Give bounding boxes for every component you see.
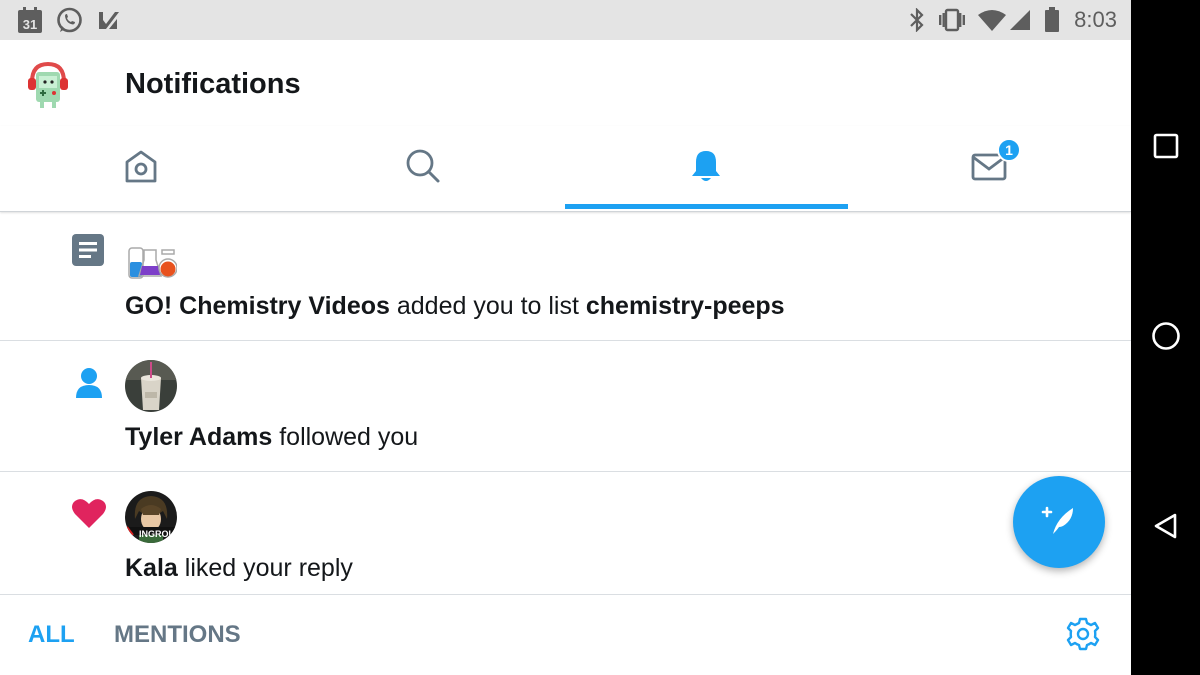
whatsapp-icon bbox=[55, 0, 83, 40]
home-button[interactable] bbox=[1131, 308, 1200, 368]
notification-text: Tyler Adams followed you bbox=[125, 423, 418, 452]
back-button[interactable] bbox=[1131, 498, 1200, 558]
search-icon bbox=[404, 147, 442, 190]
filter-all-tab[interactable]: ALL bbox=[28, 621, 75, 649]
svg-text:31: 31 bbox=[23, 17, 37, 32]
android-nav-bar bbox=[1131, 0, 1200, 675]
bell-icon bbox=[687, 147, 725, 190]
tab-search[interactable] bbox=[282, 126, 564, 211]
status-time: 8:03 bbox=[1074, 7, 1117, 32]
kala-avatar-text: INGROU bbox=[139, 529, 175, 539]
messages-badge: 1 bbox=[997, 138, 1021, 162]
page-title: Notifications bbox=[125, 68, 301, 100]
notification-actor[interactable]: Tyler Adams bbox=[125, 423, 272, 451]
gear-icon bbox=[1065, 616, 1101, 657]
tab-bar bbox=[0, 126, 1131, 212]
tyler-adams-avatar[interactable] bbox=[125, 360, 177, 412]
compose-quill-icon bbox=[1039, 500, 1079, 545]
tab-notifications[interactable] bbox=[565, 126, 847, 211]
active-tab-indicator bbox=[565, 204, 848, 209]
vibrate-icon bbox=[936, 0, 968, 40]
tab-messages[interactable] bbox=[848, 126, 1130, 211]
task-check-icon bbox=[95, 0, 123, 40]
recents-button[interactable] bbox=[1131, 118, 1200, 178]
profile-avatar[interactable] bbox=[22, 58, 74, 110]
recents-square-icon bbox=[1152, 132, 1180, 165]
battery-icon bbox=[1042, 0, 1062, 40]
notification-filter-bar: ALL MENTIONS bbox=[0, 594, 1131, 675]
home-icon bbox=[122, 147, 160, 190]
kala-avatar[interactable]: INGROU bbox=[125, 491, 177, 543]
calendar-icon: 31 bbox=[16, 0, 44, 40]
notification-item[interactable]: GO! Chemistry Videos added you to list c… bbox=[0, 212, 1131, 341]
notification-text: GO! Chemistry Videos added you to list c… bbox=[125, 292, 785, 321]
list-icon bbox=[70, 232, 106, 268]
notification-settings-button[interactable] bbox=[1063, 616, 1103, 656]
notification-text: Kala liked your reply bbox=[125, 554, 353, 583]
tab-home[interactable] bbox=[0, 126, 282, 211]
compose-tweet-button[interactable] bbox=[1013, 476, 1105, 568]
bluetooth-icon bbox=[906, 0, 928, 40]
wifi-icon bbox=[976, 0, 1008, 40]
status-bar: 31 8:03 bbox=[0, 0, 1131, 40]
notification-item[interactable]: Tyler Adams followed you bbox=[0, 341, 1131, 472]
notification-actor[interactable]: Kala bbox=[125, 554, 178, 582]
notification-action: liked your reply bbox=[177, 554, 353, 582]
heart-icon bbox=[70, 494, 108, 532]
notification-actor[interactable]: GO! Chemistry Videos bbox=[125, 292, 390, 320]
notification-action: followed you bbox=[272, 423, 419, 451]
notification-item[interactable]: INGROU Kala liked your reply bbox=[0, 472, 1131, 594]
follow-person-icon bbox=[70, 363, 108, 401]
chemistry-avatar[interactable] bbox=[125, 242, 177, 294]
notification-target[interactable]: chemistry-peeps bbox=[586, 292, 785, 320]
back-triangle-icon bbox=[1151, 511, 1181, 546]
notification-action: added you to list bbox=[389, 292, 586, 320]
signal-icon bbox=[1008, 0, 1032, 40]
home-circle-icon bbox=[1150, 320, 1182, 357]
app-screen: 31 8:03 Notifications 1 GO! Chemistry Vi… bbox=[0, 0, 1131, 675]
filter-mentions-tab[interactable]: MENTIONS bbox=[114, 621, 241, 649]
